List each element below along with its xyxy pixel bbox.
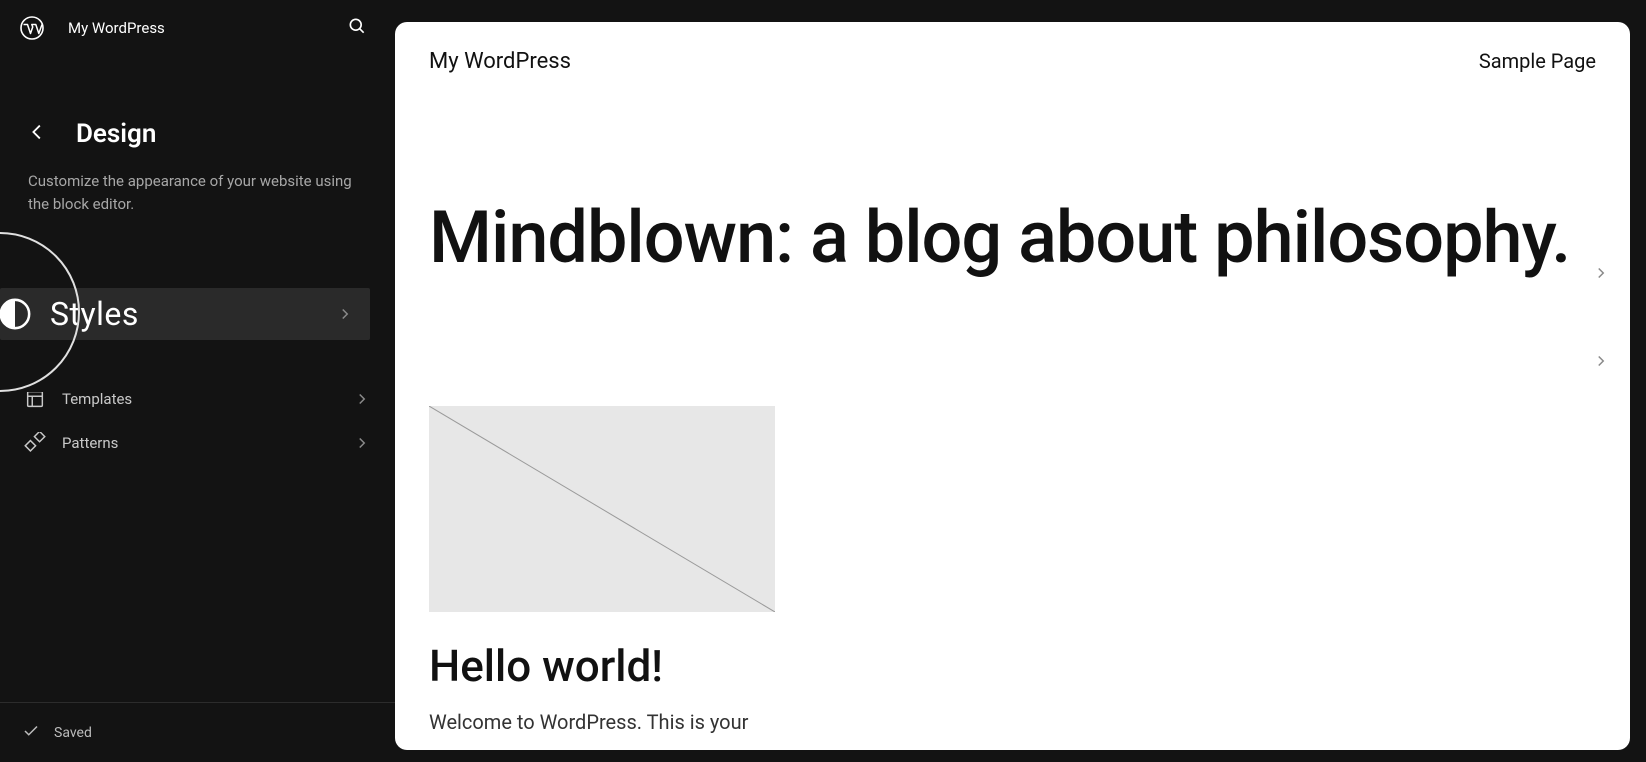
nav-item-label: Patterns [62, 434, 337, 452]
search-icon [347, 16, 367, 40]
chevron-right-icon [353, 390, 371, 408]
site-preview-canvas[interactable]: My WordPress Sample Page Mindblown: a bl… [395, 22, 1630, 750]
panel-title: Design [76, 119, 156, 149]
chevron-right-icon [1592, 352, 1610, 374]
preview-body: Mindblown: a blog about philosophy. Hell… [395, 100, 1630, 734]
preview-post-thumbnail-placeholder[interactable] [429, 406, 775, 612]
preview-header: My WordPress Sample Page [395, 22, 1630, 100]
panel-description: Customize the appearance of your website… [0, 170, 395, 245]
search-button[interactable] [339, 10, 375, 46]
design-sidebar: Design Customize the appearance of your … [0, 56, 395, 762]
back-button[interactable] [20, 116, 56, 152]
chevron-right-icon [1592, 264, 1610, 286]
save-status-label: Saved [54, 725, 92, 741]
preview-hero-title: Mindblown: a blog about philosophy. [429, 200, 1596, 276]
patterns-icon [24, 432, 46, 454]
admin-topbar: My WordPress [0, 0, 395, 56]
wordpress-logo-icon[interactable] [20, 16, 44, 40]
site-name[interactable]: My WordPress [68, 19, 315, 37]
preview-post-excerpt: Welcome to WordPress. This is your [429, 710, 1596, 734]
nav-item-label: Templates [62, 390, 337, 408]
check-icon [22, 722, 40, 744]
preview-post-title[interactable]: Hello world! [429, 640, 1596, 692]
preview-site-title[interactable]: My WordPress [429, 49, 571, 74]
preview-nav-link[interactable]: Sample Page [1479, 49, 1596, 73]
highlight-mask [0, 252, 370, 392]
chevron-left-icon [27, 121, 49, 147]
save-status-bar: Saved [0, 702, 395, 762]
chevron-right-icon [353, 434, 371, 452]
panel-header: Design [0, 56, 395, 170]
nav-item-patterns[interactable]: Patterns [12, 421, 383, 465]
